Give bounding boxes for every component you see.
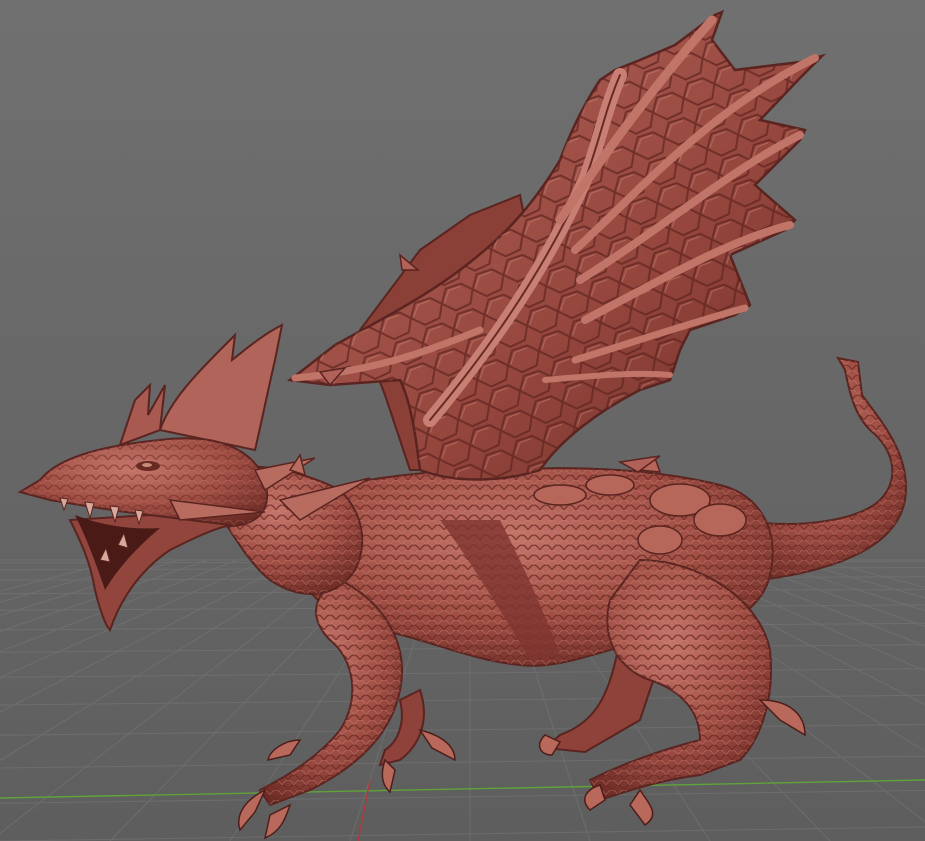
viewport-canvas[interactable] (0, 0, 925, 841)
3d-viewport[interactable] (0, 0, 925, 841)
